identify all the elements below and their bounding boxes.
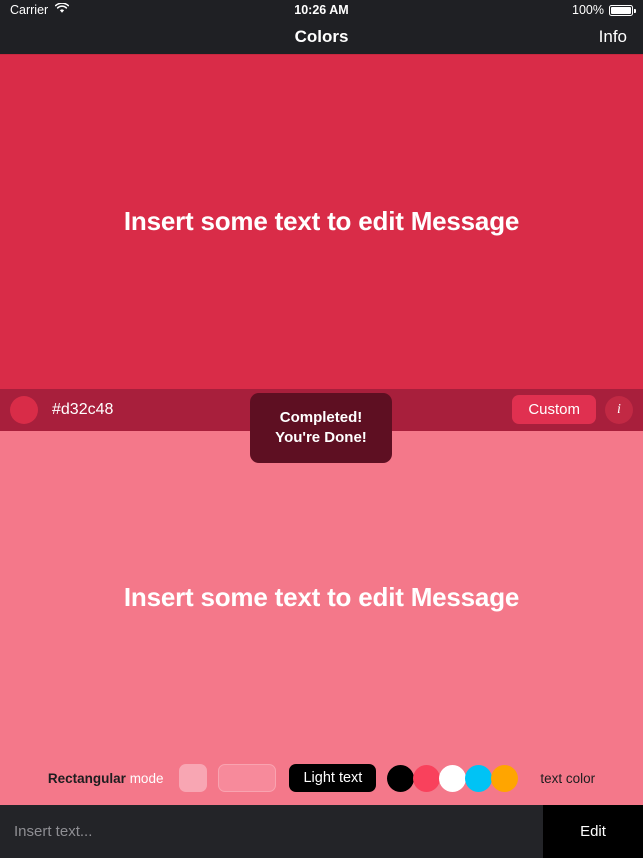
shape-option-small-square[interactable] — [179, 764, 208, 792]
shape-option-wide-rectangle[interactable] — [218, 764, 277, 792]
status-bar: Carrier 10:26 AM 100% — [0, 0, 643, 20]
wifi-icon — [55, 2, 70, 17]
text-color-swatch-group — [387, 764, 519, 792]
current-color-swatch[interactable] — [10, 395, 38, 424]
text-color-label: text color — [540, 770, 596, 786]
edit-button[interactable]: Edit — [543, 805, 643, 858]
hex-value-label: #d32c48 — [52, 400, 114, 418]
text-color-swatch-orange[interactable] — [491, 764, 519, 792]
app-window: Carrier 10:26 AM 100% Colors Info Insert… — [0, 0, 643, 858]
bottom-preview-message: Insert some text to edit Message — [123, 581, 520, 612]
message-text-input[interactable] — [0, 805, 543, 858]
text-color-swatch-black[interactable] — [387, 764, 415, 792]
top-color-preview-panel[interactable]: Insert some text to edit Message — [0, 55, 643, 389]
light-text-toggle-button[interactable]: Light text — [289, 764, 377, 792]
toast-line-2: You're Done! — [275, 429, 367, 446]
status-bar-right: 100% — [572, 3, 636, 17]
shape-mode-name: Rectangular — [47, 770, 126, 786]
carrier-label: Carrier — [10, 3, 49, 17]
battery-percent-label: 100% — [572, 3, 604, 17]
bottom-color-preview-panel[interactable]: Insert some text to edit Message Rectang… — [0, 430, 643, 804]
text-color-swatch-cyan[interactable] — [465, 764, 493, 792]
info-icon[interactable]: i — [605, 395, 633, 424]
text-color-swatch-red[interactable] — [413, 764, 441, 792]
page-title: Colors — [294, 27, 349, 46]
completion-toast: Completed! You're Done! — [250, 393, 392, 463]
navigation-bar: Colors Info — [0, 20, 643, 55]
battery-fill — [611, 6, 631, 14]
bottom-input-bar: Edit — [0, 804, 643, 858]
toast-line-1: Completed! — [279, 409, 363, 427]
top-preview-message: Insert some text to edit Message — [123, 206, 520, 237]
shape-mode-label: Rectangular mode — [48, 771, 164, 786]
custom-color-button[interactable]: Custom — [512, 395, 596, 424]
shape-mode-suffix: mode — [129, 770, 164, 786]
status-bar-clock: 10:26 AM — [294, 3, 349, 17]
options-toolbar: Rectangular mode Light text text color — [0, 764, 643, 792]
battery-icon — [609, 4, 636, 16]
text-color-swatch-white[interactable] — [439, 764, 467, 792]
status-bar-left: Carrier — [10, 2, 70, 17]
